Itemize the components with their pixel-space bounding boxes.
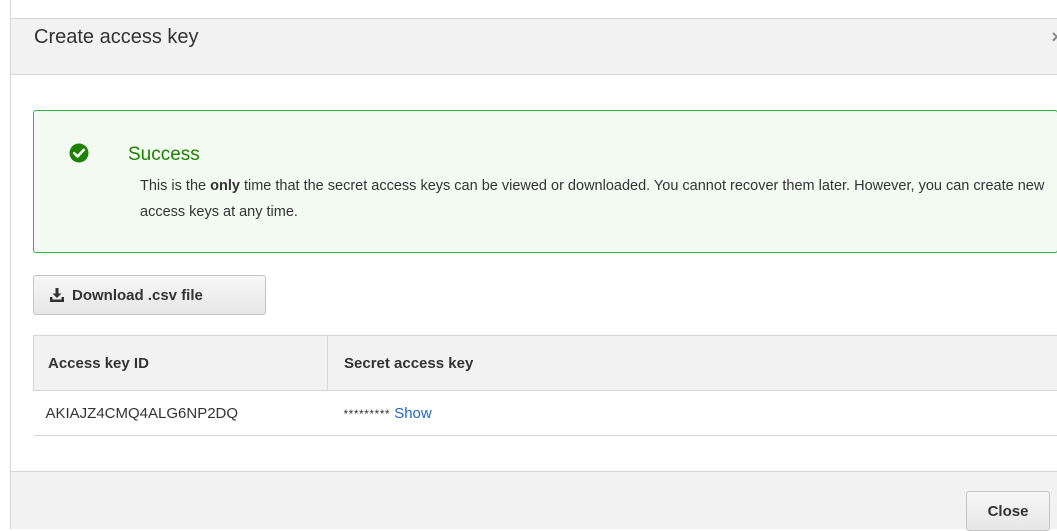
close-icon[interactable]: × [1051,28,1057,46]
alert-message-emphasis: only [210,178,240,194]
alert-title: Success [128,144,200,166]
access-keys-table: Access key ID Secret access key AKIAJZ4C… [33,335,1057,436]
download-csv-label: Download .csv file [72,287,203,304]
table-row: AKIAJZ4CMQ4ALG6NP2DQ ********* Show [34,391,1057,436]
create-access-key-dialog: Create access key × Success This is the … [10,0,1057,529]
access-key-id-value: AKIAJZ4CMQ4ALG6NP2DQ [34,391,328,436]
download-icon [49,288,65,303]
show-secret-link[interactable]: Show [394,405,432,422]
table-header-row: Access key ID Secret access key [34,336,1057,391]
alert-message-start: This is the [140,178,210,194]
dialog-title: Create access key [34,26,199,49]
alert-message-end: time that the secret access keys can be … [140,178,1044,220]
success-alert: Success This is the only time that the s… [33,110,1057,253]
check-circle-icon [69,143,89,163]
alert-message: This is the only time that the secret ac… [140,173,1050,225]
dialog-header: Create access key × [11,18,1057,75]
secret-access-key-cell: ********* Show [328,391,1057,436]
column-header-access-key-id: Access key ID [34,336,328,391]
secret-key-masked: ********* [344,407,391,421]
close-button[interactable]: Close [966,491,1050,531]
dialog-footer: Close [11,471,1057,529]
download-csv-button[interactable]: Download .csv file [33,275,266,315]
column-header-secret-access-key: Secret access key [328,336,1057,391]
